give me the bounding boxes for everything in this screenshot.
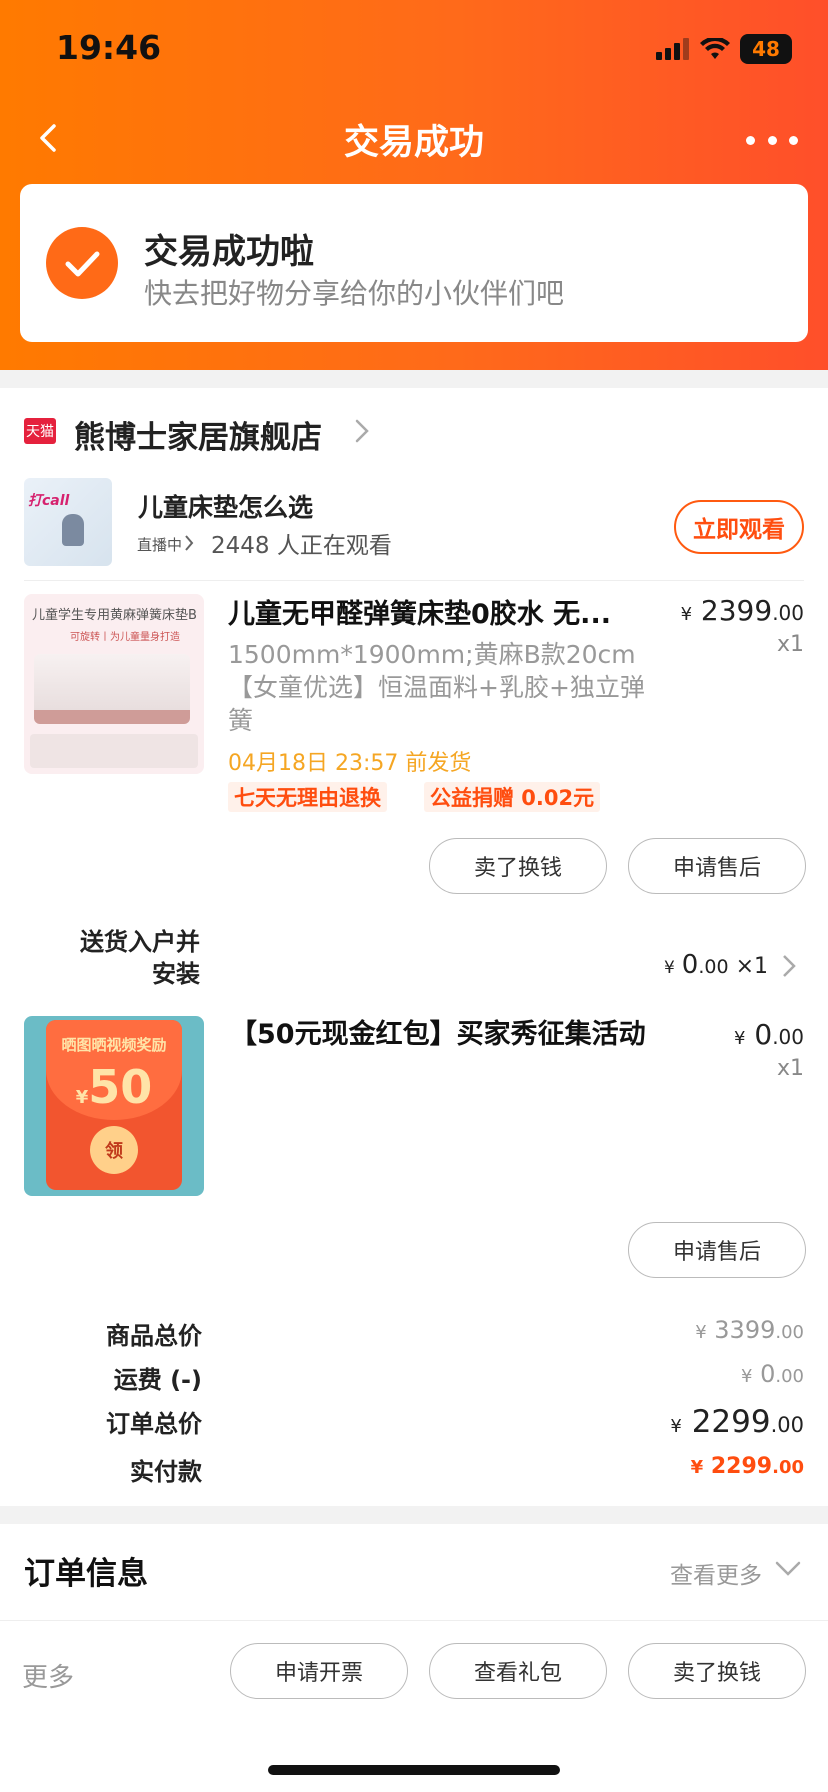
paid-label: 实付款 <box>130 1458 202 1486</box>
red-packet-image[interactable]: 晒图晒视频奖励 ¥50 领 <box>24 1016 204 1196</box>
red-packet-image-amount: ¥50 <box>75 1060 153 1114</box>
shipping-label: 运费 (-) <box>113 1366 202 1394</box>
store-name[interactable]: 熊博士家居旗舰店 <box>74 412 322 457</box>
delivery-install-label: 送货入户并安装 <box>80 928 200 988</box>
red-packet-price: ¥ 0.00 <box>734 1018 804 1051</box>
wifi-icon <box>700 38 730 59</box>
signal-icon <box>656 38 689 60</box>
bottom-action-bar: 更多 申请开票 查看礼包 卖了换钱 <box>0 1620 828 1792</box>
live-thumbnail[interactable]: 打call <box>24 478 112 566</box>
goods-total-label: 商品总价 <box>106 1322 202 1350</box>
product-image-subcaption: 可旋转丨为儿童量身打造 <box>70 632 180 643</box>
product-price: ¥ 2399.00 <box>680 594 804 627</box>
sell-button-bottom[interactable]: 卖了换钱 <box>628 1643 806 1699</box>
product-title[interactable]: 儿童无甲醛弹簧床垫0胶水 无... <box>228 592 611 631</box>
header: 19:46 48 交易成功 交易成功啦 快去把好物分享给你的小伙伴们吧 <box>0 0 828 370</box>
view-gift-button[interactable]: 查看礼包 <box>429 1643 607 1699</box>
delivery-install-price[interactable]: ¥ 0.00 ×1 <box>664 950 768 980</box>
shipping-value: ¥ 0.00 <box>740 1360 804 1388</box>
success-subtitle: 快去把好物分享给你的小伙伴们吧 <box>144 277 565 310</box>
divider <box>24 580 804 581</box>
more-options-icon[interactable] <box>746 120 798 160</box>
order-info-section[interactable]: 订单信息 查看更多 <box>0 1524 828 1620</box>
paid-value: ¥ 2299.00 <box>690 1454 804 1479</box>
ship-deadline: 04月18日 23:57 前发货 <box>228 751 472 776</box>
home-indicator[interactable] <box>268 1765 560 1775</box>
charity-tag: 公益捐赠 0.02元 <box>424 782 601 812</box>
red-packet-title[interactable]: 【50元现金红包】买家秀征集活动 <box>230 1012 646 1051</box>
status-time: 19:46 <box>56 28 162 67</box>
watch-now-button[interactable]: 立即观看 <box>674 500 804 554</box>
battery-icon: 48 <box>740 34 792 64</box>
red-packet-qty: x1 <box>776 1056 804 1081</box>
after-sale-button[interactable]: 申请售后 <box>628 838 806 894</box>
red-packet-image-text: 晒图晒视频奖励 <box>61 1036 167 1054</box>
tmall-badge: 天猫 <box>24 418 56 444</box>
success-card: 交易成功啦 快去把好物分享给你的小伙伴们吧 <box>20 184 808 342</box>
product-image[interactable]: 儿童学生专用黄麻弹簧床垫B 可旋转丨为儿童量身打造 <box>24 594 204 774</box>
chevron-right-icon[interactable] <box>782 954 796 978</box>
sell-button[interactable]: 卖了换钱 <box>429 838 607 894</box>
chevron-down-icon[interactable] <box>774 1560 802 1578</box>
chevron-right-icon <box>185 535 194 551</box>
live-status: 直播中 <box>137 536 183 554</box>
chevron-right-icon[interactable] <box>354 418 370 444</box>
check-circle-icon <box>46 227 118 299</box>
live-viewers: 2448 人正在观看 <box>211 533 392 559</box>
more-button[interactable]: 更多 <box>22 1657 74 1694</box>
order-info-title: 订单信息 <box>24 1556 148 1592</box>
success-title: 交易成功啦 <box>144 232 314 272</box>
red-packet-after-sale-button[interactable]: 申请售后 <box>628 1222 806 1278</box>
status-icons: 48 <box>656 34 792 64</box>
order-card: 天猫 熊博士家居旗舰店 打call 儿童床垫怎么选 直播中 2448 人正在观看… <box>0 388 828 1506</box>
live-thumb-tag: 打call <box>28 493 70 509</box>
product-spec: 1500mm*1900mm;黄麻B款20cm【女童优选】恒温面料+乳胶+独立弹簧 <box>228 640 645 735</box>
red-packet-coin: 领 <box>90 1126 138 1174</box>
return-policy-tag: 七天无理由退换 <box>228 782 387 812</box>
page-title: 交易成功 <box>343 123 484 163</box>
goods-total-value: ¥ 3399.00 <box>695 1316 804 1344</box>
live-title[interactable]: 儿童床垫怎么选 <box>138 488 313 524</box>
product-image-caption: 儿童学生专用黄麻弹簧床垫B <box>32 608 197 623</box>
order-total-value: ¥ 2299.00 <box>670 1404 804 1440</box>
view-more-link[interactable]: 查看更多 <box>670 1556 762 1590</box>
order-total-label: 订单总价 <box>106 1410 202 1438</box>
product-qty: x1 <box>776 632 804 657</box>
invoice-button[interactable]: 申请开票 <box>230 1643 408 1699</box>
